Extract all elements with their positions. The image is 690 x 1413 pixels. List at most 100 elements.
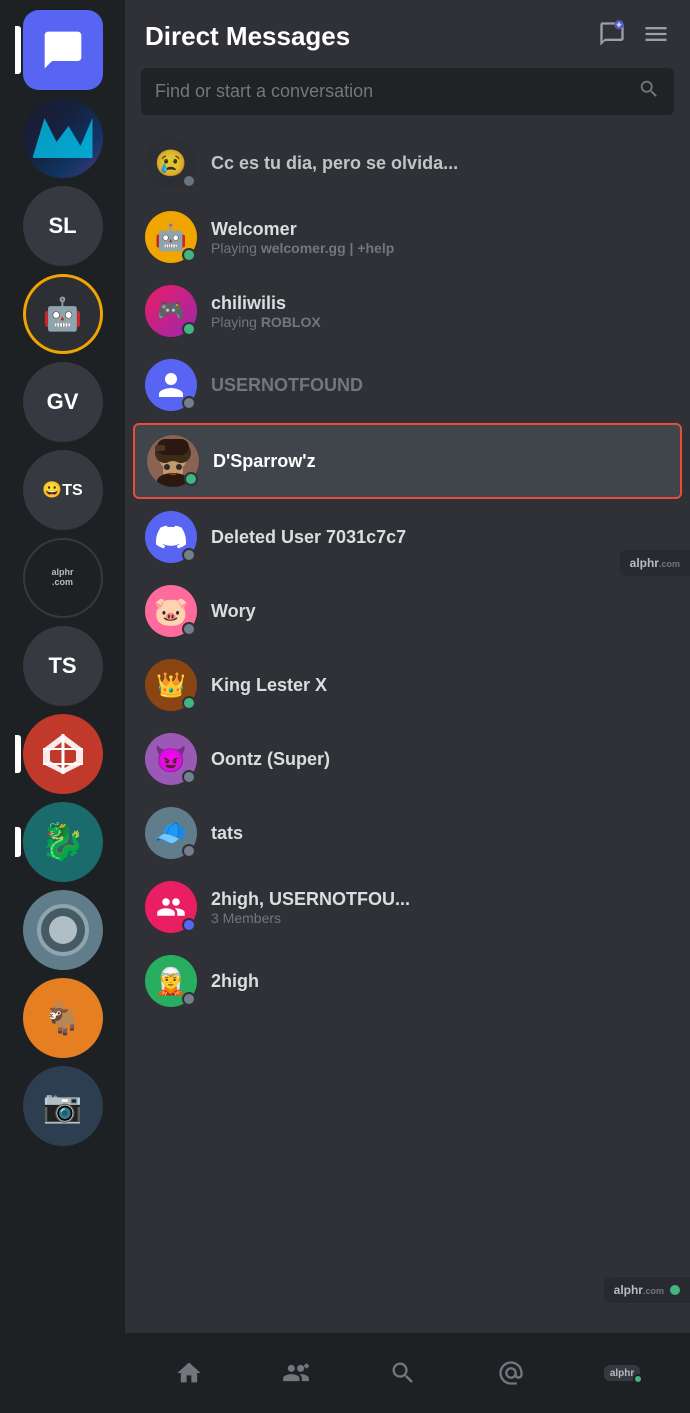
server-icon-ts[interactable]: TS [23, 626, 103, 706]
dm-name: King Lester X [211, 675, 327, 696]
at-icon [497, 1359, 525, 1387]
dm-info: USERNOTFOUND [211, 375, 363, 396]
status-dot [182, 248, 196, 262]
active-pill-teal [15, 827, 21, 857]
dm-name: Cc es tu dia, pero se olvida... [211, 153, 458, 174]
dm-name: 2high [211, 971, 259, 992]
dm-info: Oontz (Super) [211, 749, 330, 770]
dm-header-title: Direct Messages [145, 21, 350, 52]
discord-icon [156, 522, 186, 552]
server-icon-photo[interactable]: 📷 [23, 1066, 103, 1146]
nav-mentions[interactable] [481, 1351, 541, 1395]
server-slot-robot: 🤖 [23, 274, 103, 354]
server-slot-ts: TS [23, 626, 103, 706]
server-slot-sl: SL [23, 186, 103, 266]
server-slot-gray2 [23, 890, 103, 970]
avatar-wrap [145, 359, 197, 411]
dm-info: D'Sparrow'z [213, 451, 316, 472]
watermark-bottom: alphr.com [604, 1277, 690, 1303]
avatar-wrap: 🤖 [145, 211, 197, 263]
alphr-watermark-bottom: alphr.com [604, 1277, 690, 1303]
status-dot [182, 622, 196, 636]
list-item[interactable]: Deleted User 7031c7c7 [133, 501, 682, 573]
nav-home[interactable] [159, 1351, 219, 1395]
avatar-wrap: 🐷 [145, 585, 197, 637]
server-slot-gv: GV [23, 362, 103, 442]
list-item[interactable]: 2high, USERNOTFOU... 3 Members [133, 871, 682, 943]
dm-name: D'Sparrow'z [213, 451, 316, 472]
menu-button[interactable] [642, 20, 670, 53]
list-item[interactable]: USERNOTFOUND [133, 349, 682, 421]
server-icon-emojits[interactable]: 😀TS [23, 450, 103, 530]
server-icon-gv[interactable]: GV [23, 362, 103, 442]
server-slot-photo: 📷 [23, 1066, 103, 1146]
group-icon [156, 892, 186, 922]
server-slot-orange: 🐐 [23, 978, 103, 1058]
server-slot-red [23, 714, 103, 794]
dm-info: Cc es tu dia, pero se olvida... [211, 153, 458, 174]
avatar-wrap: 😈 [145, 733, 197, 785]
red-server-logo [38, 729, 88, 779]
dm-info: Wory [211, 601, 256, 622]
dm-status-text: Playing ROBLOX [211, 314, 321, 330]
server-icon-alphr[interactable]: alphr.com [23, 538, 103, 618]
alphr-watermark-mid: alphr.com [620, 550, 690, 576]
server-slot-1 [23, 98, 103, 178]
dm-icon[interactable] [23, 10, 103, 90]
dm-header-icons [598, 20, 670, 53]
list-item[interactable]: 🎮 chiliwilis Playing ROBLOX [133, 275, 682, 347]
avatar-wrap: 🎮 [145, 285, 197, 337]
list-item[interactable]: 🤖 Welcomer Playing welcomer.gg | +help [133, 201, 682, 273]
server-icon-red[interactable] [23, 714, 103, 794]
user-icon [156, 370, 186, 400]
server-icon-orange[interactable]: 🐐 [23, 978, 103, 1058]
dm-name: USERNOTFOUND [211, 375, 363, 396]
dm-header: Direct Messages [125, 0, 690, 68]
dm-info: Deleted User 7031c7c7 [211, 527, 406, 548]
dm-name: Oontz (Super) [211, 749, 330, 770]
dm-info: King Lester X [211, 675, 327, 696]
search-input[interactable] [155, 81, 628, 102]
avatar-wrap: 😢 [145, 137, 197, 189]
alphr-profile-badge: alphr [604, 1365, 640, 1381]
status-dot [184, 472, 198, 486]
server-icon-teal[interactable]: 🐉 [23, 802, 103, 882]
bottom-nav: alphr [125, 1333, 690, 1413]
dm-name: tats [211, 823, 243, 844]
dm-list: 😢 Cc es tu dia, pero se olvida... 🤖 Welc… [125, 127, 690, 1333]
server-icon-sl[interactable]: SL [23, 186, 103, 266]
dm-info: tats [211, 823, 243, 844]
avatar-wrap: 🧝 [145, 955, 197, 1007]
new-dm-icon [598, 20, 626, 48]
server-slot-teal: 🐉 [23, 802, 103, 882]
server-icon-robot[interactable]: 🤖 [23, 274, 103, 354]
dm-info: 2high, USERNOTFOU... 3 Members [211, 889, 410, 926]
server-icon-1[interactable] [23, 98, 103, 178]
list-item[interactable]: 🧢 tats [133, 797, 682, 869]
active-pill [15, 26, 21, 74]
status-dot [182, 844, 196, 858]
list-item[interactable]: D'Sparrow'z [133, 423, 682, 499]
server-icon-gray2[interactable] [23, 890, 103, 970]
server-slot-dm [23, 10, 103, 90]
message-icon [41, 28, 85, 72]
status-dot [182, 548, 196, 562]
dm-status-text: Playing welcomer.gg | +help [211, 240, 394, 256]
search-nav-icon [389, 1359, 417, 1387]
nav-search[interactable] [373, 1351, 433, 1395]
new-dm-button[interactable] [598, 20, 626, 53]
list-item[interactable]: 👑 King Lester X [133, 649, 682, 721]
list-item[interactable]: 🧝 2high [133, 945, 682, 1017]
list-item[interactable]: 😈 Oontz (Super) [133, 723, 682, 795]
online-dot [670, 1285, 680, 1295]
status-dot [182, 174, 196, 188]
search-bar[interactable] [141, 68, 674, 115]
status-dot [182, 396, 196, 410]
active-pill-red [15, 735, 21, 773]
nav-friends[interactable] [266, 1351, 326, 1395]
status-dot [182, 696, 196, 710]
dm-name: Wory [211, 601, 256, 622]
nav-profile[interactable]: alphr [588, 1357, 656, 1389]
list-item[interactable]: 🐷 Wory [133, 575, 682, 647]
list-item[interactable]: 😢 Cc es tu dia, pero se olvida... [133, 127, 682, 199]
